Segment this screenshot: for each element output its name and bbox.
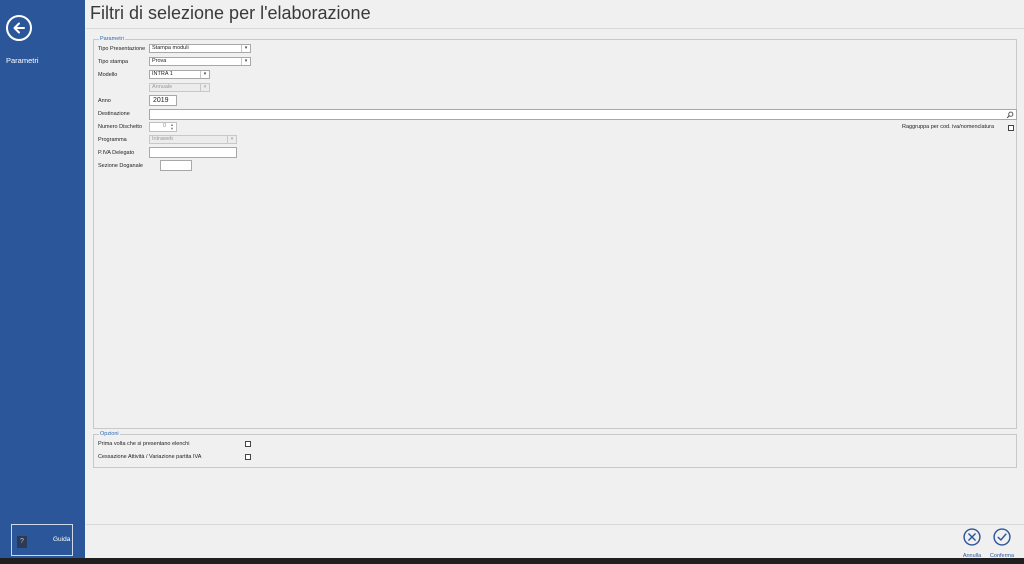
numero-dischetto-label: Numero Dischetto — [98, 124, 143, 130]
anno-input[interactable]: 2019 — [149, 95, 177, 106]
numero-dischetto-stepper[interactable]: 0 ▴ ▾ — [149, 122, 177, 132]
tipo-presentazione-value: Stampa moduli — [152, 45, 189, 51]
arrow-left-circle-icon — [13, 22, 25, 34]
modello-label: Modello — [98, 72, 118, 78]
help-button[interactable]: ? Guida — [11, 524, 73, 556]
destinazione-label: Destinazione — [98, 111, 130, 117]
programma-select: Intraweb ▾ — [149, 135, 237, 144]
programma-label: Programma — [98, 137, 127, 143]
destinazione-input[interactable] — [149, 109, 1017, 120]
chevron-down-icon: ▾ — [200, 71, 209, 78]
tipo-stampa-value: Prova — [152, 58, 167, 64]
cessazione-checkbox[interactable] — [245, 454, 251, 460]
sidebar-item-parametri[interactable]: Parametri — [6, 56, 39, 65]
conferma-button[interactable]: Conferma — [988, 528, 1016, 559]
raggruppa-checkbox[interactable] — [1008, 125, 1014, 131]
prima-volta-checkbox[interactable] — [245, 441, 251, 447]
periodicita-select: Annuale ▾ — [149, 83, 210, 92]
chevron-down-icon: ▾ — [241, 58, 250, 65]
opzioni-group: Opzioni — [93, 430, 1017, 468]
chevron-down-icon: ▾ — [227, 136, 236, 143]
action-bar-divider — [86, 524, 1024, 525]
tipo-presentazione-select[interactable]: Stampa moduli ▾ — [149, 44, 251, 53]
annulla-button[interactable]: Annulla — [958, 528, 986, 559]
programma-value: Intraweb — [152, 136, 174, 142]
opzioni-legend: Opzioni — [99, 430, 120, 438]
title-divider — [86, 28, 1024, 29]
help-label: Guida — [53, 536, 71, 543]
piva-delegato-input[interactable] — [149, 147, 237, 158]
sezione-doganale-label: Sezione Doganale — [98, 163, 143, 169]
tipo-stampa-label: Tipo stampa — [98, 59, 129, 65]
modello-value: INTRA 1 — [152, 71, 173, 77]
cancel-circle-icon — [963, 528, 981, 546]
tipo-stampa-select[interactable]: Prova ▾ — [149, 57, 251, 66]
back-button[interactable] — [6, 15, 32, 41]
tipo-presentazione-label: Tipo Presentazione — [98, 46, 146, 52]
page-title: Filtri di selezione per l'elaborazione — [90, 3, 371, 23]
check-circle-icon — [993, 528, 1011, 546]
anno-label: Anno — [98, 98, 111, 104]
taskbar — [0, 558, 1024, 564]
sezione-doganale-input[interactable] — [160, 160, 192, 171]
help-icon: ? — [17, 536, 27, 548]
cessazione-label: Cessazione Attività / Variazione partita… — [98, 454, 202, 460]
numero-dischetto-value: 0 — [162, 123, 166, 129]
piva-delegato-label: P.IVA Delegato — [98, 150, 135, 156]
parametri-legend: Parametri — [99, 35, 125, 43]
stepper-arrows-icon[interactable]: ▴ ▾ — [168, 123, 176, 131]
parametri-group: Parametri — [93, 35, 1017, 429]
modello-select[interactable]: INTRA 1 ▾ — [149, 70, 210, 79]
prima-volta-label: Prima volta che si presentano elenchi — [98, 441, 190, 447]
sidebar: Parametri ? Guida — [0, 0, 85, 558]
periodicita-value: Annuale — [152, 84, 173, 90]
raggruppa-label: Raggruppa per cod. iva/nomenclatura — [902, 124, 995, 130]
chevron-down-icon: ▾ — [241, 45, 250, 52]
chevron-down-icon: ▾ — [200, 84, 209, 91]
search-icon[interactable] — [1006, 111, 1014, 119]
